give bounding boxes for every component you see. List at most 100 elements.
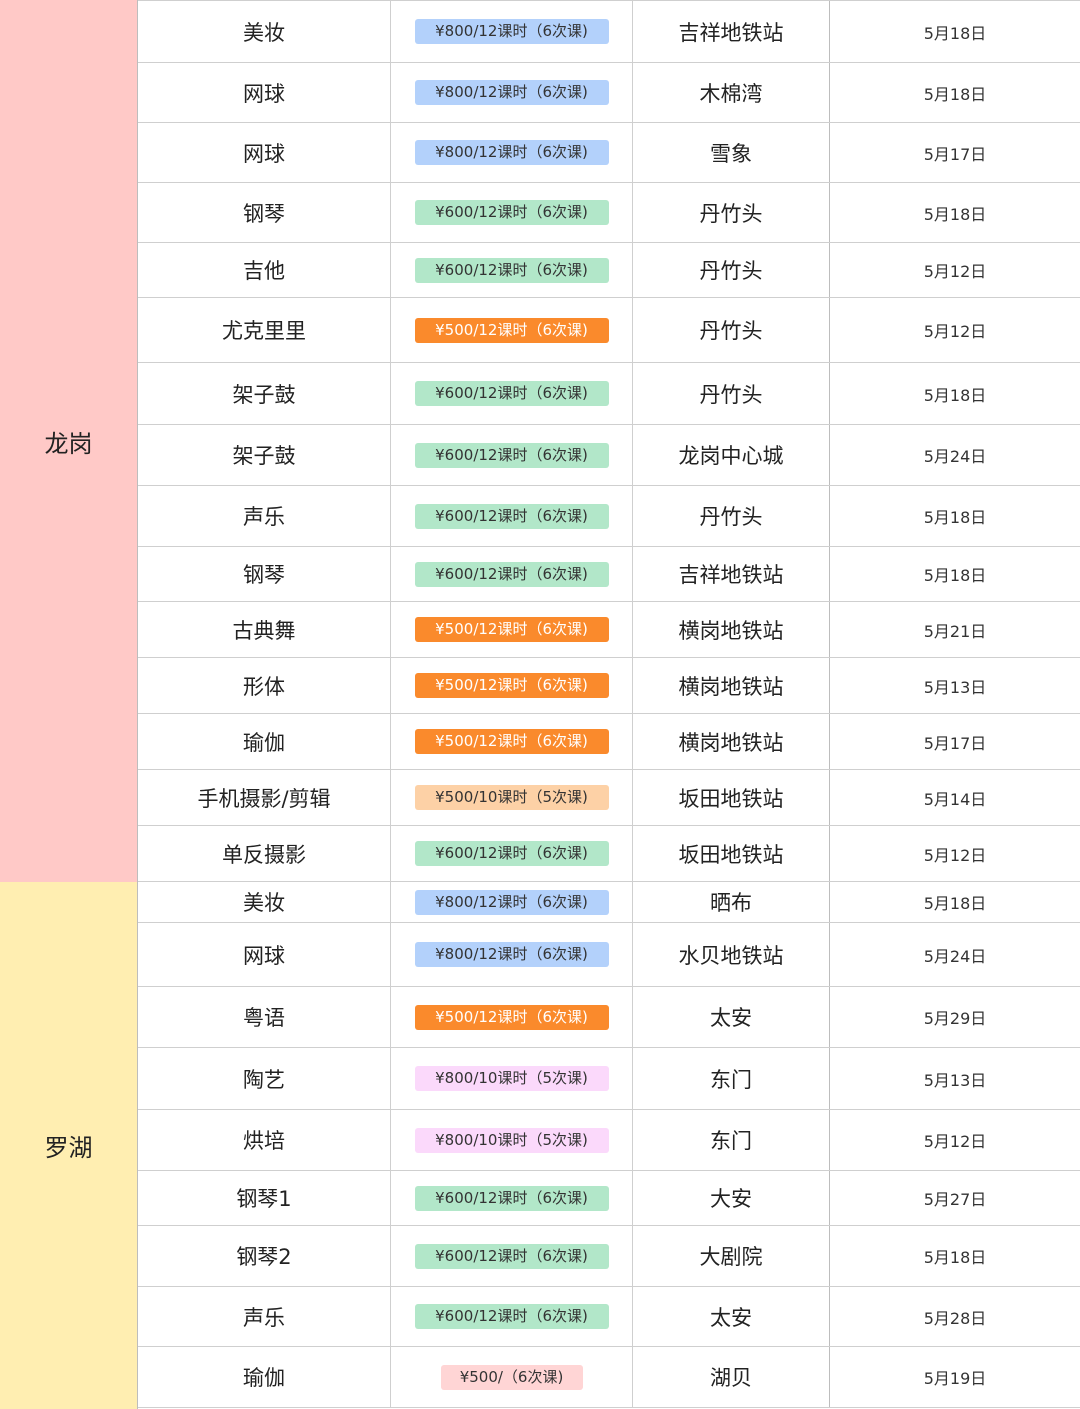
course-name-cell: 形体 [138, 658, 391, 713]
table-row: 陶艺 ¥800/10课时（5次课) 东门 5月13日 [138, 1048, 1080, 1110]
price-cell: ¥800/12课时（6次课) [391, 123, 633, 182]
table-row: 尤克里里 ¥500/12课时（6次课) 丹竹头 5月12日 [138, 298, 1080, 363]
location-cell: 晒布 [633, 882, 830, 922]
location-cell: 丹竹头 [633, 243, 830, 297]
location-cell: 丹竹头 [633, 298, 830, 362]
course-name-cell: 钢琴2 [138, 1226, 391, 1286]
price-cell: ¥500/12课时（6次课) [391, 658, 633, 713]
price-cell: ¥600/12课时（6次课) [391, 243, 633, 297]
region-label-cell: 龙岗 [0, 0, 138, 882]
location-cell: 丹竹头 [633, 363, 830, 424]
location-cell: 丹竹头 [633, 183, 830, 242]
start-date-cell: 5月12日 [923, 322, 987, 341]
table-row: 钢琴 ¥600/12课时（6次课) 吉祥地铁站 5月18日 [138, 547, 1080, 602]
table-row: 烘培 ¥800/10课时（5次课) 东门 5月12日 [138, 1110, 1080, 1171]
location-cell: 横岗地铁站 [633, 714, 830, 769]
start-date-cell: 5月12日 [923, 1132, 987, 1151]
start-date-cell: 5月13日 [923, 1070, 987, 1090]
location-cell: 坂田地铁站 [633, 826, 830, 881]
table-row: 形体 ¥500/12课时（6次课) 横岗地铁站 5月13日 [138, 658, 1080, 714]
start-date-cell: 5月18日 [923, 894, 987, 913]
location-cell: 横岗地铁站 [633, 602, 830, 657]
location-cell: 太安 [633, 1287, 830, 1346]
price-cell: ¥500/12课时（6次课) [391, 298, 633, 362]
course-name-cell: 美妆 [138, 882, 391, 922]
price-badge: ¥500/（6次课) [440, 1364, 583, 1390]
location-cell: 横岗地铁站 [633, 658, 830, 713]
price-cell: ¥600/12课时（6次课) [391, 183, 633, 242]
location-cell: 太安 [633, 987, 830, 1047]
location-cell: 东门 [633, 1048, 830, 1109]
course-name-cell: 架子鼓 [138, 425, 391, 485]
location-cell: 大剧院 [633, 1226, 830, 1286]
price-cell: ¥500/（6次课) [391, 1347, 633, 1407]
location-cell: 丹竹头 [633, 486, 830, 546]
table-row: 钢琴1 ¥600/12课时（6次课) 大安 5月27日 [138, 1171, 1080, 1226]
start-date-cell: 5月17日 [923, 144, 987, 164]
course-name-cell: 古典舞 [138, 602, 391, 657]
course-name-cell: 钢琴 [138, 183, 391, 242]
price-cell: ¥600/12课时（6次课) [391, 1226, 633, 1286]
region-label-cell: 罗湖 [0, 882, 138, 1409]
table-row: 瑜伽 ¥500/（6次课) 湖贝 5月19日 [138, 1347, 1080, 1408]
table-row: 粤语 ¥500/12课时（6次课) 太安 5月29日 [138, 987, 1080, 1048]
price-badge: ¥600/12课时（6次课) [414, 1304, 609, 1329]
location-cell: 东门 [633, 1110, 830, 1170]
start-date-cell: 5月18日 [923, 1248, 987, 1267]
price-badge: ¥600/12课时（6次课) [414, 1243, 609, 1269]
table-row: 网球 ¥800/12课时（6次课) 水贝地铁站 5月24日 [138, 923, 1080, 987]
price-badge: ¥600/12课时（6次课) [414, 200, 609, 225]
start-date-cell: 5月18日 [923, 204, 987, 224]
start-date-cell: 5月12日 [923, 845, 987, 865]
start-date-cell: 5月18日 [923, 84, 987, 104]
course-name-cell: 烘培 [138, 1110, 391, 1170]
table-row: 吉他 ¥600/12课时（6次课) 丹竹头 5月12日 [138, 243, 1080, 298]
course-name-cell: 单反摄影 [138, 826, 391, 881]
location-cell: 湖贝 [633, 1347, 830, 1407]
course-name-cell: 手机摄影/剪辑 [138, 770, 391, 825]
price-badge: ¥500/12课时（6次课) [414, 317, 609, 343]
price-badge: ¥600/12课时（6次课) [414, 1185, 609, 1211]
price-cell: ¥600/12课时（6次课) [391, 547, 633, 601]
course-name-cell: 网球 [138, 63, 391, 122]
course-name-cell: 网球 [138, 123, 391, 182]
price-badge: ¥800/12课时（6次课) [414, 80, 609, 105]
price-badge: ¥500/12课时（6次课) [414, 1004, 609, 1030]
price-badge: ¥500/12课时（6次课) [414, 673, 609, 698]
course-name-cell: 声乐 [138, 486, 391, 546]
location-cell: 雪象 [633, 123, 830, 182]
start-date-cell: 5月13日 [923, 677, 987, 697]
price-cell: ¥600/12课时（6次课) [391, 1287, 633, 1346]
price-cell: ¥500/12课时（6次课) [391, 602, 633, 657]
price-badge: ¥500/12课时（6次课) [414, 729, 609, 754]
price-cell: ¥800/10课时（5次课) [391, 1048, 633, 1109]
start-date-cell: 5月21日 [923, 621, 987, 641]
price-badge: ¥600/12课时（6次课) [414, 257, 609, 283]
price-badge: ¥800/12课时（6次课) [414, 140, 609, 165]
course-name-cell: 尤克里里 [138, 298, 391, 362]
table-row: 声乐 ¥600/12课时（6次课) 太安 5月28日 [138, 1287, 1080, 1347]
price-badge: ¥600/12课时（6次课) [414, 561, 609, 587]
table-row: 古典舞 ¥500/12课时（6次课) 横岗地铁站 5月21日 [138, 602, 1080, 658]
location-cell: 大安 [633, 1171, 830, 1225]
price-badge: ¥500/12课时（6次课) [414, 617, 609, 642]
price-cell: ¥800/12课时（6次课) [391, 882, 633, 922]
table-row: 美妆 ¥800/12课时（6次课) 吉祥地铁站 5月18日 [138, 0, 1080, 63]
location-cell: 吉祥地铁站 [633, 547, 830, 601]
price-cell: ¥600/12课时（6次课) [391, 363, 633, 424]
price-badge: ¥600/12课时（6次课) [414, 841, 609, 866]
table-row: 钢琴2 ¥600/12课时（6次课) 大剧院 5月18日 [138, 1226, 1080, 1287]
price-badge: ¥800/12课时（6次课) [414, 889, 609, 915]
start-date-cell: 5月19日 [923, 1369, 987, 1388]
price-cell: ¥800/10课时（5次课) [391, 1110, 633, 1170]
location-cell: 吉祥地铁站 [633, 1, 830, 62]
table-row: 手机摄影/剪辑 ¥500/10课时（5次课) 坂田地铁站 5月14日 [138, 770, 1080, 826]
course-name-cell: 吉他 [138, 243, 391, 297]
table-row: 网球 ¥800/12课时（6次课) 雪象 5月17日 [138, 123, 1080, 183]
course-name-cell: 美妆 [138, 1, 391, 62]
price-cell: ¥500/12课时（6次课) [391, 987, 633, 1047]
price-badge: ¥500/10课时（5次课) [414, 785, 609, 810]
start-date-cell: 5月28日 [923, 1308, 987, 1328]
table-row: 架子鼓 ¥600/12课时（6次课) 龙岗中心城 5月24日 [138, 425, 1080, 486]
course-name-cell: 声乐 [138, 1287, 391, 1346]
